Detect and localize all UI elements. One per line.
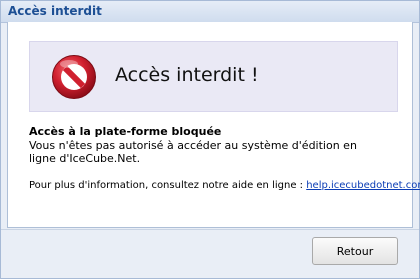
access-denied-dialog: Accès interdit Accès interdit ! Accès à … (0, 0, 420, 279)
back-button[interactable]: Retour (312, 237, 398, 265)
message-heading: Accès à la plate-forme bloquée (29, 125, 222, 138)
dialog-title: Accès interdit (8, 4, 102, 18)
dialog-content: Accès interdit ! Accès à la plate-forme … (7, 22, 420, 228)
footer-divider (1, 229, 419, 230)
stop-icon (52, 55, 96, 99)
help-link[interactable]: help.icecubedotnet.com (306, 180, 420, 191)
help-info-text: Pour plus d'information, consultez notre… (29, 180, 307, 191)
banner-title: Accès interdit ! (115, 64, 259, 86)
help-info-line: Pour plus d'information, consultez notre… (29, 180, 420, 191)
message-body: Vous n'êtes pas autorisé à accéder au sy… (29, 139, 357, 165)
error-banner: Accès interdit ! (29, 41, 398, 112)
dialog-titlebar: Accès interdit (1, 1, 419, 23)
